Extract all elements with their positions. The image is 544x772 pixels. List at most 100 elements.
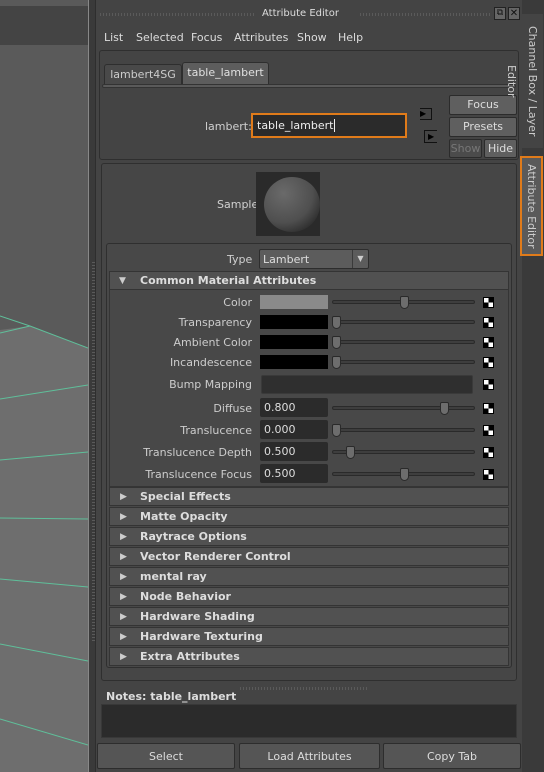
presets-button[interactable]: Presets <box>449 117 517 137</box>
title-grip[interactable] <box>100 13 255 16</box>
float-icon[interactable]: ⧉ <box>494 7 506 20</box>
translucence-focus-field[interactable]: 0.500 <box>260 464 328 483</box>
node-name-field[interactable]: table_lambert <box>251 113 407 138</box>
bump-mapping-label: Bump Mapping <box>169 378 252 391</box>
section-hardware-shading[interactable]: ▶ Hardware Shading <box>109 607 509 626</box>
transparency-slider[interactable] <box>332 320 475 324</box>
translucence-depth-label: Translucence Depth <box>143 446 252 459</box>
triangle-down-icon: ▼ <box>119 276 126 286</box>
ambient-color-swatch[interactable] <box>260 335 328 349</box>
focus-button[interactable]: Focus <box>449 95 517 115</box>
section-matte-opacity[interactable]: ▶ Matte Opacity <box>109 507 509 526</box>
incandescence-slider[interactable] <box>332 360 475 364</box>
section-hardware-texturing[interactable]: ▶ Hardware Texturing <box>109 627 509 646</box>
type-dropdown[interactable]: Lambert ▼ <box>259 249 369 269</box>
map-texture-icon[interactable] <box>483 403 494 414</box>
section-extra-attributes[interactable]: ▶ Extra Attributes <box>109 647 509 666</box>
ambient-color-slider[interactable] <box>332 340 475 344</box>
hide-button[interactable]: Hide <box>484 139 517 158</box>
type-value: Lambert <box>263 253 310 266</box>
tab-attribute-editor[interactable]: Attribute Editor <box>520 156 543 256</box>
map-texture-icon[interactable] <box>483 317 494 328</box>
type-label: Type <box>227 253 253 266</box>
translucence-focus-label: Translucence Focus <box>145 468 252 481</box>
translucence-depth-slider-handle[interactable] <box>345 446 355 459</box>
node-name-label: lambert: <box>205 120 252 133</box>
menu-focus[interactable]: Focus <box>191 31 222 44</box>
viewport[interactable] <box>0 0 89 772</box>
map-texture-icon[interactable] <box>483 447 494 458</box>
section-raytrace-options[interactable]: ▶ Raytrace Options <box>109 527 509 546</box>
diffuse-field[interactable]: 0.800 <box>260 398 328 417</box>
ambient-color-label: Ambient Color <box>173 336 252 349</box>
chevron-down-icon: ▼ <box>352 250 368 268</box>
tab-table-lambert[interactable]: table_lambert <box>182 62 269 84</box>
incandescence-swatch[interactable] <box>260 355 328 369</box>
bump-mapping-field[interactable] <box>261 375 473 394</box>
sample-sphere <box>264 177 320 232</box>
translucence-label: Translucence <box>180 424 252 437</box>
select-button[interactable]: Select <box>97 743 235 769</box>
triangle-right-icon: ▶ <box>120 652 127 662</box>
transparency-label: Transparency <box>178 316 252 329</box>
notes-label: Notes: table_lambert <box>106 690 237 703</box>
transparency-swatch[interactable] <box>260 315 328 329</box>
incandescence-label: Incandescence <box>169 356 252 369</box>
triangle-right-icon: ▶ <box>120 612 127 622</box>
triangle-right-icon: ▶ <box>120 512 127 522</box>
sample-label: Sample <box>217 198 259 211</box>
triangle-right-icon: ▶ <box>120 532 127 542</box>
triangle-right-icon: ▶ <box>120 592 127 602</box>
section-special-effects[interactable]: ▶ Special Effects <box>109 487 509 506</box>
tab-lambert4sg[interactable]: lambert4SG <box>104 64 182 84</box>
translucence-depth-field[interactable]: 0.500 <box>260 442 328 461</box>
triangle-right-icon: ▶ <box>120 632 127 642</box>
ambient-color-slider-handle[interactable] <box>332 336 341 349</box>
tab-bar <box>102 84 516 88</box>
material-sample-swatch <box>256 172 320 236</box>
close-icon[interactable]: ✕ <box>508 7 520 20</box>
translucence-field[interactable]: 0.000 <box>260 420 328 439</box>
translucence-focus-slider-handle[interactable] <box>399 468 409 481</box>
menu-selected[interactable]: Selected <box>136 31 184 44</box>
color-slider-handle[interactable] <box>399 296 409 309</box>
output-connection-icon[interactable]: ▶ <box>424 130 437 143</box>
menu-help[interactable]: Help <box>338 31 363 44</box>
window-title: Attribute Editor <box>262 8 339 19</box>
notes-textarea[interactable] <box>101 704 517 738</box>
title-grip[interactable] <box>360 13 490 16</box>
translucence-slider-handle[interactable] <box>332 424 341 437</box>
map-texture-icon[interactable] <box>483 297 494 308</box>
viewport-grid <box>0 315 88 772</box>
map-texture-icon[interactable] <box>483 379 494 390</box>
menu-list[interactable]: List <box>104 31 123 44</box>
show-button[interactable]: Show <box>449 139 482 158</box>
transparency-slider-handle[interactable] <box>332 316 341 329</box>
section-common-material-attributes[interactable]: ▼ Common Material Attributes <box>109 271 509 290</box>
color-swatch[interactable] <box>260 295 328 309</box>
tab-channel-box-layer-editor[interactable]: Channel Box / Layer Editor <box>505 14 543 148</box>
copy-tab-button[interactable]: Copy Tab <box>383 743 521 769</box>
notes-splitter[interactable] <box>240 687 368 690</box>
section-node-behavior[interactable]: ▶ Node Behavior <box>109 587 509 606</box>
incandescence-slider-handle[interactable] <box>332 356 341 369</box>
map-texture-icon[interactable] <box>483 425 494 436</box>
map-texture-icon[interactable] <box>483 469 494 480</box>
node-name-value: table_lambert <box>257 119 334 132</box>
map-texture-icon[interactable] <box>483 357 494 368</box>
triangle-right-icon: ▶ <box>120 552 127 562</box>
menu-attributes[interactable]: Attributes <box>234 31 288 44</box>
menu-show[interactable]: Show <box>297 31 327 44</box>
map-texture-icon[interactable] <box>483 337 494 348</box>
diffuse-slider[interactable] <box>332 406 475 410</box>
section-mental-ray[interactable]: ▶ mental ray <box>109 567 509 586</box>
load-attributes-button[interactable]: Load Attributes <box>239 743 380 769</box>
triangle-right-icon: ▶ <box>120 572 127 582</box>
diffuse-slider-handle[interactable] <box>440 402 449 415</box>
diffuse-label: Diffuse <box>213 402 252 415</box>
section-vector-renderer-control[interactable]: ▶ Vector Renderer Control <box>109 547 509 566</box>
translucence-slider[interactable] <box>332 428 475 432</box>
splitter-handle[interactable] <box>92 262 95 642</box>
color-label: Color <box>223 296 252 309</box>
input-connection-icon[interactable]: ▶ <box>420 108 432 120</box>
